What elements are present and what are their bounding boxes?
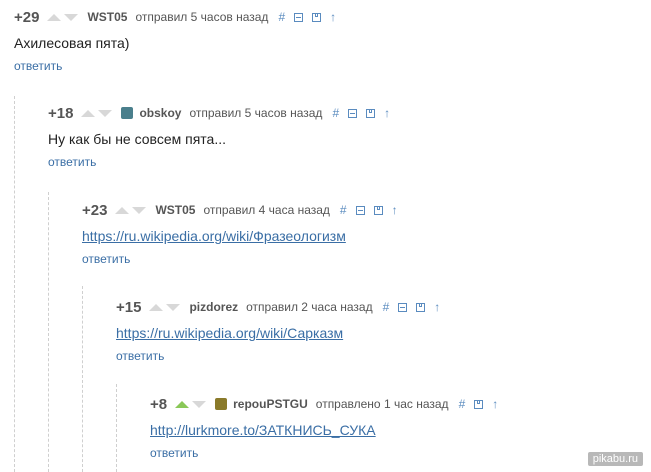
comment-link-body: https://ru.wikipedia.org/wiki/Фразеологи…: [82, 228, 398, 244]
avatar[interactable]: [121, 107, 134, 119]
comment-time: отправил 5 часов назад: [135, 10, 269, 24]
comment-header: +8 repouPSTGU отправлено 1 час назад # ↑: [150, 395, 498, 413]
comment: +15 pizdorez отправил 2 часа назад # ↑ h…: [116, 298, 440, 365]
downvote-icon[interactable]: [64, 13, 79, 21]
comment-author[interactable]: WST05: [155, 203, 195, 217]
thread-guide-2: [48, 192, 49, 472]
reply-link[interactable]: ответить: [150, 446, 198, 460]
comment-link[interactable]: https://ru.wikipedia.org/wiki/Фразеологи…: [82, 228, 346, 244]
comment-author[interactable]: repouPSTGU: [233, 397, 308, 411]
save-icon[interactable]: [373, 205, 383, 215]
comment-time: отправил 4 часа назад: [203, 203, 330, 217]
comment-tools: # ↑: [459, 397, 499, 411]
comment: +23 WST05 отправил 4 часа назад # ↑ http…: [82, 201, 398, 268]
comment-rating: +23: [82, 201, 108, 219]
parent-arrow-icon[interactable]: ↑: [434, 300, 440, 314]
comment-text: Ну как бы не совсем пята...: [48, 131, 227, 147]
upvote-icon[interactable]: [81, 109, 96, 117]
collapse-icon[interactable]: [294, 12, 304, 22]
reply-link[interactable]: ответить: [82, 252, 130, 266]
comment-time: отправлено 1 час назад: [315, 397, 449, 411]
upvote-icon[interactable]: [115, 206, 130, 214]
comment-link[interactable]: http://lurkmore.to/ЗАТКНИСЬ_СУКА: [150, 422, 376, 438]
permalink-hash-icon[interactable]: #: [383, 300, 390, 314]
comment-link[interactable]: https://ru.wikipedia.org/wiki/Сарказм: [116, 325, 343, 341]
comment-link-body: http://lurkmore.to/ЗАТКНИСЬ_СУКА: [150, 422, 498, 438]
parent-arrow-icon[interactable]: ↑: [492, 397, 498, 411]
save-icon[interactable]: [416, 302, 426, 312]
reply-link[interactable]: ответить: [48, 155, 96, 169]
upvote-icon[interactable]: [149, 303, 164, 311]
downvote-icon[interactable]: [98, 109, 113, 117]
comment-rating: +18: [48, 104, 74, 122]
thread-guide-3: [82, 286, 83, 472]
comment-rating: +8: [150, 395, 168, 413]
downvote-icon[interactable]: [192, 400, 207, 408]
avatar[interactable]: [215, 398, 228, 410]
reply-link[interactable]: ответить: [116, 349, 164, 363]
comment-header: +15 pizdorez отправил 2 часа назад # ↑: [116, 298, 440, 316]
comment-header: +18 obskoy отправил 5 часов назад # ↑: [48, 104, 390, 122]
comment-tools: # ↑: [278, 10, 336, 24]
comment-author[interactable]: obskoy: [139, 106, 181, 120]
comment-rating: +29: [14, 8, 40, 26]
parent-arrow-icon[interactable]: ↑: [392, 203, 398, 217]
site-watermark: pikabu.ru: [587, 452, 643, 466]
collapse-icon[interactable]: [348, 108, 358, 118]
comment-author[interactable]: WST05: [87, 10, 127, 24]
downvote-icon[interactable]: [132, 206, 147, 214]
comment-tools: # ↑: [383, 300, 441, 314]
reply-link[interactable]: ответить: [14, 59, 62, 73]
parent-arrow-icon[interactable]: ↑: [384, 106, 390, 120]
collapse-icon[interactable]: [355, 205, 365, 215]
comment-author[interactable]: pizdorez: [189, 300, 238, 314]
collapse-icon[interactable]: [398, 302, 408, 312]
comment-time: отправил 5 часов назад: [189, 106, 323, 120]
save-icon[interactable]: [312, 12, 322, 22]
comment-tools: # ↑: [340, 203, 398, 217]
comment: +8 repouPSTGU отправлено 1 час назад # ↑…: [150, 395, 498, 462]
comment-header: +29 WST05 отправил 5 часов назад # ↑: [14, 8, 336, 26]
downvote-icon[interactable]: [166, 303, 181, 311]
comment: +18 obskoy отправил 5 часов назад # ↑ Ну…: [48, 104, 390, 171]
permalink-hash-icon[interactable]: #: [340, 203, 347, 217]
comment-text: Ахилесовая пята): [14, 35, 130, 51]
comment-tools: # ↑: [332, 106, 390, 120]
comment-time: отправил 2 часа назад: [246, 300, 373, 314]
save-icon[interactable]: [474, 399, 484, 409]
permalink-hash-icon[interactable]: #: [459, 397, 466, 411]
permalink-hash-icon[interactable]: #: [332, 106, 339, 120]
thread-guide-1: [14, 96, 15, 472]
comment-link-body: https://ru.wikipedia.org/wiki/Сарказм: [116, 325, 440, 341]
parent-arrow-icon[interactable]: ↑: [330, 10, 336, 24]
permalink-hash-icon[interactable]: #: [278, 10, 285, 24]
save-icon[interactable]: [366, 108, 376, 118]
comment-header: +23 WST05 отправил 4 часа назад # ↑: [82, 201, 398, 219]
comment: +29 WST05 отправил 5 часов назад # ↑ Ахи…: [14, 8, 336, 75]
comment-rating: +15: [116, 298, 142, 316]
upvote-icon[interactable]: [175, 400, 190, 408]
thread-guide-4: [116, 384, 117, 472]
upvote-icon[interactable]: [47, 13, 62, 21]
